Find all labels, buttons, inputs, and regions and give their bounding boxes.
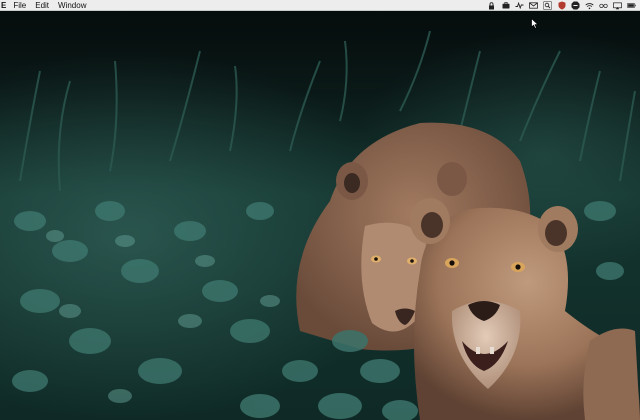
mail-icon[interactable] — [529, 1, 538, 10]
glasses-icon[interactable] — [599, 1, 608, 10]
desktop-wallpaper — [0, 11, 640, 420]
app-menu[interactable]: E — [1, 0, 6, 11]
stop-icon[interactable] — [571, 1, 580, 10]
mouse-cursor-icon — [531, 16, 539, 34]
battery-icon[interactable] — [627, 1, 636, 10]
menu-bar-left: E File Edit Window — [0, 0, 95, 10]
search-icon[interactable] — [543, 1, 552, 10]
status-tray — [487, 0, 636, 11]
desktop-screen: E File Edit Window — [0, 0, 640, 420]
menu-file[interactable]: File — [13, 0, 26, 11]
wallpaper-image — [0, 11, 640, 420]
wifi-icon[interactable] — [585, 1, 594, 10]
airplay-icon[interactable] — [613, 1, 622, 10]
menu-window[interactable]: Window — [58, 0, 86, 11]
lock-icon[interactable] — [487, 1, 496, 10]
activity-icon[interactable] — [515, 1, 524, 10]
shield-icon[interactable] — [557, 1, 566, 10]
menu-bar: E File Edit Window — [0, 0, 640, 11]
briefcase-icon[interactable] — [501, 1, 510, 10]
menu-edit[interactable]: Edit — [35, 0, 49, 11]
